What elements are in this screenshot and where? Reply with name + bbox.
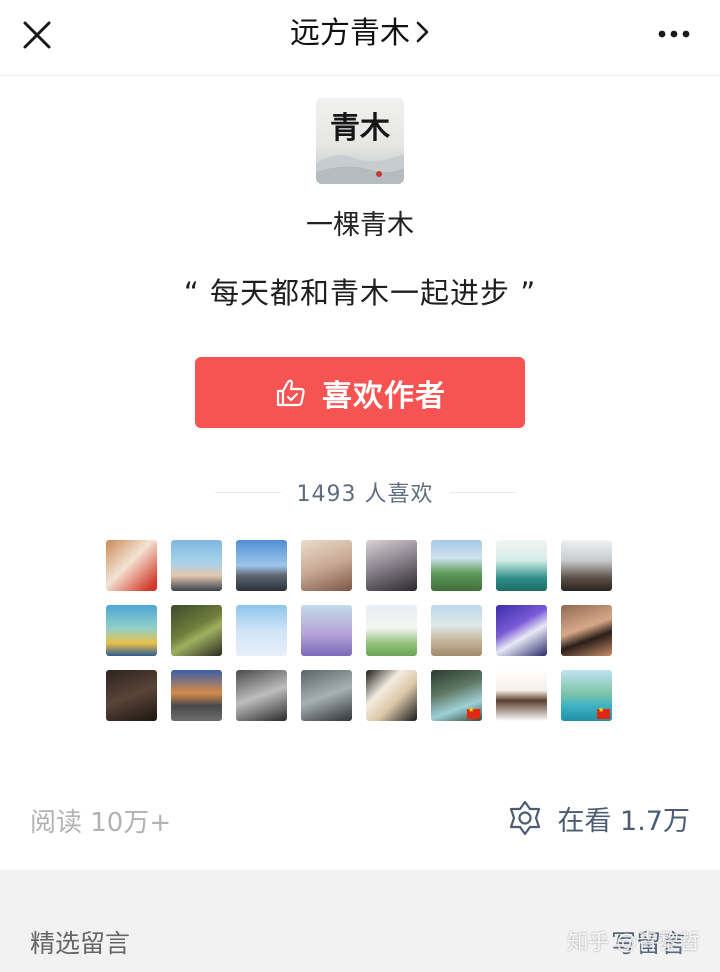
- watching-flower-icon: [507, 800, 543, 836]
- chevron-right-icon: [416, 15, 430, 55]
- comments-section: 精选留言 写留言: [0, 870, 720, 972]
- liker-avatar[interactable]: [106, 605, 157, 656]
- more-dots-icon[interactable]: [654, 20, 694, 48]
- author-slogan: “ 每天都和青木一起进步 ”: [183, 276, 537, 310]
- liker-avatar[interactable]: [431, 540, 482, 591]
- liker-avatar[interactable]: [366, 605, 417, 656]
- liker-avatar[interactable]: [431, 605, 482, 656]
- likes-count-row: 1493 人喜欢: [215, 476, 516, 508]
- liker-avatar[interactable]: [106, 540, 157, 591]
- liker-avatar[interactable]: [431, 670, 482, 721]
- watermark: 知乎 @青黎哲: [567, 930, 700, 954]
- featured-comments-title: 精选留言: [30, 929, 131, 958]
- liker-avatar[interactable]: [496, 540, 547, 591]
- liker-avatar[interactable]: [171, 540, 222, 591]
- author-name: 一棵青木: [306, 210, 414, 241]
- thumbs-up-icon: [274, 376, 308, 410]
- liker-avatar[interactable]: [496, 670, 547, 721]
- divider: [215, 491, 281, 493]
- liker-avatar[interactable]: [561, 670, 612, 721]
- author-avatar-calligraphy: 青木: [330, 111, 390, 146]
- top-nav-bar: 远方青木: [0, 0, 720, 76]
- liker-avatar[interactable]: [561, 605, 612, 656]
- liker-avatar[interactable]: [236, 670, 287, 721]
- watching-count: 在看 1.7万: [557, 805, 690, 837]
- like-author-button[interactable]: 喜欢作者: [195, 357, 525, 428]
- account-title: 远方青木: [290, 16, 410, 51]
- liker-avatar[interactable]: [236, 540, 287, 591]
- flag-icon: [597, 706, 610, 719]
- liker-avatar[interactable]: [561, 540, 612, 591]
- account-title-link[interactable]: 远方青木: [0, 14, 720, 54]
- watching-button[interactable]: 在看 1.7万: [507, 798, 690, 838]
- liker-avatar[interactable]: [171, 605, 222, 656]
- divider: [449, 491, 516, 493]
- liker-avatar[interactable]: [106, 670, 157, 721]
- like-author-label: 喜欢作者: [322, 378, 446, 414]
- liker-avatar[interactable]: [366, 540, 417, 591]
- liker-avatar[interactable]: [236, 605, 287, 656]
- read-count: 阅读 10万+: [30, 808, 172, 838]
- liker-avatar[interactable]: [301, 670, 352, 721]
- liker-avatar[interactable]: [171, 670, 222, 721]
- liker-avatar[interactable]: [301, 605, 352, 656]
- likes-count: 1493 人喜欢: [296, 482, 434, 507]
- flag-icon: [467, 706, 480, 719]
- liker-avatar[interactable]: [366, 670, 417, 721]
- liker-avatar[interactable]: [496, 605, 547, 656]
- liker-avatar[interactable]: [301, 540, 352, 591]
- author-avatar[interactable]: 青木: [316, 98, 404, 184]
